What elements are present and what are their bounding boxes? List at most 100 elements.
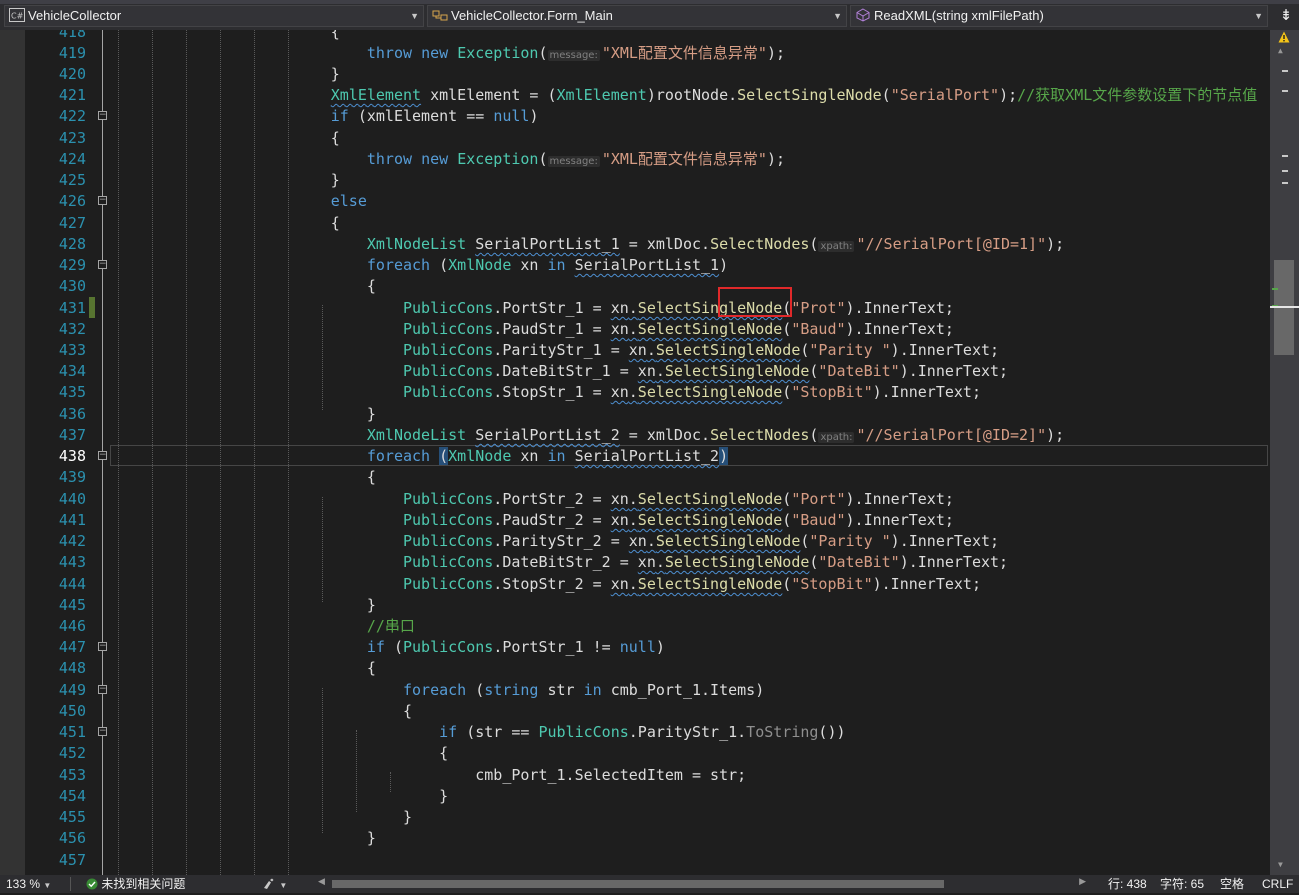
- line-indicator[interactable]: 行: 438: [1108, 875, 1147, 893]
- line-number-current: 438: [58, 447, 86, 465]
- line-number: 423: [58, 129, 86, 147]
- line-number: 426: [58, 192, 86, 210]
- chevron-down-icon: ▼: [1254, 11, 1263, 21]
- vertical-scrollbar[interactable]: ▲ ▼: [1270, 30, 1299, 875]
- code-line: foreach (string str in cmb_Port_1.Items): [402, 681, 765, 699]
- line-number: 420: [58, 65, 86, 83]
- line-number: 431: [58, 299, 86, 317]
- code-cleanup-button[interactable]: ▼: [262, 875, 287, 895]
- line-number: 442: [58, 532, 86, 550]
- line-number: 443: [58, 553, 86, 571]
- code-line: if (PublicCons.PortStr_1 != null): [366, 638, 665, 656]
- scroll-marker: [1282, 182, 1288, 184]
- scroll-up-arrow-icon[interactable]: ▲: [1278, 46, 1283, 55]
- split-editor-icon[interactable]: ⇟: [1277, 7, 1295, 25]
- document-tab-strip: [0, 0, 1299, 4]
- code-line: }: [114, 171, 340, 189]
- issues-indicator[interactable]: 未找到相关问题: [86, 875, 185, 893]
- code-line: PublicCons.ParityStr_1 = xn.SelectSingle…: [402, 341, 1000, 359]
- line-number: 422: [58, 107, 86, 125]
- line-number: 456: [58, 829, 86, 847]
- line-number: 425: [58, 171, 86, 189]
- line-number: 432: [58, 320, 86, 338]
- code-line: if (xmlElement == null): [330, 107, 539, 125]
- member-dropdown[interactable]: ReadXML(string xmlFilePath) ▼: [850, 5, 1268, 27]
- line-number: 429: [58, 256, 86, 274]
- horizontal-scrollbar[interactable]: ◀ ▶: [318, 876, 1086, 889]
- code-line: {: [114, 129, 340, 147]
- zoom-level: 133 %: [6, 877, 41, 891]
- indentation-indicator[interactable]: 空格: [1220, 875, 1244, 893]
- line-number: 437: [58, 426, 86, 444]
- code-line: PublicCons.ParityStr_2 = xn.SelectSingle…: [402, 532, 1000, 550]
- csharp-project-icon: C#: [9, 8, 25, 22]
- scroll-left-arrow-icon[interactable]: ◀: [318, 876, 325, 887]
- zoom-dropdown[interactable]: 133 % ▼: [6, 875, 51, 895]
- scroll-marker: [1282, 90, 1288, 92]
- scroll-marker: [1282, 155, 1288, 157]
- code-line: PublicCons.PaudStr_1 = xn.SelectSingleNo…: [402, 320, 954, 338]
- line-number: 435: [58, 383, 86, 401]
- code-line: {: [114, 702, 413, 720]
- code-line: }: [114, 405, 376, 423]
- line-number: 421: [58, 86, 86, 104]
- line-number: 441: [58, 511, 86, 529]
- line-number: 457: [58, 851, 86, 869]
- scroll-down-arrow-icon[interactable]: ▼: [1278, 860, 1283, 869]
- line-number: 427: [58, 214, 86, 232]
- line-number: 446: [58, 617, 86, 635]
- code-line: PublicCons.DateBitStr_2 = xn.SelectSingl…: [402, 553, 1009, 571]
- code-editor[interactable]: 418 419 420 421 422 423 424 425 426 427 …: [0, 30, 1270, 875]
- type-dropdown[interactable]: VehicleCollector.Form_Main ▼: [427, 5, 847, 27]
- project-dropdown-label: VehicleCollector: [28, 8, 122, 23]
- collapse-icon[interactable]: −: [98, 727, 107, 736]
- inline-parameter-hint: message:: [547, 156, 600, 167]
- line-number: 449: [58, 681, 86, 699]
- line-number: 434: [58, 362, 86, 380]
- project-dropdown[interactable]: C# VehicleCollector ▼: [4, 5, 424, 27]
- chevron-down-icon: ▼: [410, 11, 419, 21]
- warning-icon[interactable]: [1278, 31, 1290, 43]
- line-number: 433: [58, 341, 86, 359]
- change-tracking-marker: [89, 297, 95, 318]
- character-indicator[interactable]: 字符: 65: [1160, 875, 1204, 893]
- line-number: 430: [58, 277, 86, 295]
- inline-parameter-hint: xpath:: [818, 241, 855, 252]
- check-circle-icon: [86, 878, 98, 890]
- collapse-icon[interactable]: −: [98, 260, 107, 269]
- code-line-current: foreach (XmlNode xn in SerialPortList_2): [366, 447, 729, 465]
- line-number: 419: [58, 44, 86, 62]
- caret-position-marker: [1270, 306, 1299, 308]
- code-line: }: [114, 829, 376, 847]
- collapse-icon[interactable]: −: [98, 111, 107, 120]
- editor-status-bar: 133 % ▼ 未找到相关问题 ▼ ◀ ▶ 行: 438 字符: 65 空格 C…: [0, 875, 1299, 893]
- scroll-right-arrow-icon[interactable]: ▶: [1079, 876, 1086, 887]
- collapse-icon[interactable]: −: [98, 685, 107, 694]
- code-line: if (str == PublicCons.ParityStr_1.ToStri…: [439, 723, 846, 741]
- code-line: PublicCons.PaudStr_2 = xn.SelectSingleNo…: [402, 511, 954, 529]
- code-line: XmlNodeList SerialPortList_1 = xmlDoc.Se…: [366, 235, 1065, 253]
- line-ending-indicator[interactable]: CRLF: [1262, 875, 1293, 893]
- collapse-icon[interactable]: −: [98, 451, 107, 460]
- code-line: PublicCons.StopStr_1 = xn.SelectSingleNo…: [402, 383, 981, 401]
- code-line: foreach (XmlNode xn in SerialPortList_1): [366, 256, 729, 274]
- collapse-icon[interactable]: −: [98, 642, 107, 651]
- type-dropdown-label: VehicleCollector.Form_Main: [451, 8, 613, 23]
- code-line: PublicCons.PortStr_1 = xn.SelectSingleNo…: [402, 299, 954, 317]
- line-number: 428: [58, 235, 86, 253]
- code-line: throw new Exception(message: "XML配置文件信息异常…: [366, 44, 786, 62]
- horizontal-scroll-thumb[interactable]: [332, 880, 944, 888]
- method-icon: [856, 8, 870, 22]
- chevron-down-icon: ▼: [279, 881, 288, 890]
- line-number: 444: [58, 575, 86, 593]
- line-number: 455: [58, 808, 86, 826]
- code-line: else: [330, 192, 367, 210]
- code-line: }: [114, 65, 340, 83]
- line-number: 454: [58, 787, 86, 805]
- change-marker: [1272, 288, 1278, 290]
- code-line: }: [114, 596, 376, 614]
- member-dropdown-label: ReadXML(string xmlFilePath): [874, 8, 1044, 23]
- collapse-icon[interactable]: −: [98, 196, 107, 205]
- scroll-marker: [1282, 70, 1288, 72]
- line-number: 424: [58, 150, 86, 168]
